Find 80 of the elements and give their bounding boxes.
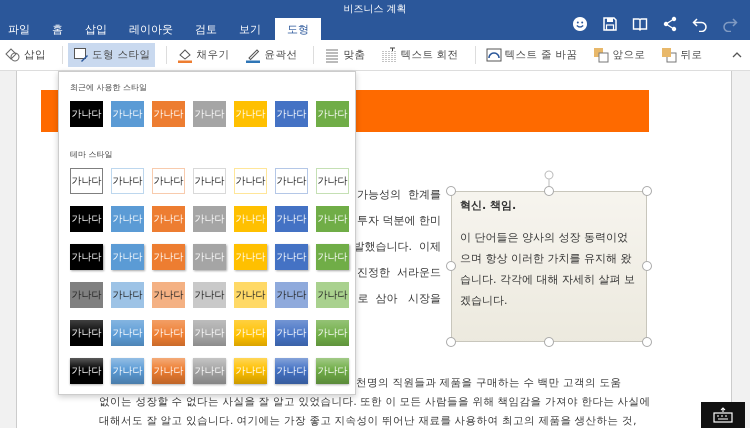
body-text-line: 대해서도 잘 알고 있습니다. 여기에는 가장 좋고 지속성이 뛰어난 재료를 사용하여 최고의 제품을 생산하는 것,: [99, 415, 636, 428]
insert-shape-icon: [5, 47, 21, 63]
text-box-title: 혁신. 책임.: [460, 198, 518, 213]
share-icon[interactable]: [662, 16, 678, 32]
resize-handle[interactable]: [642, 186, 652, 196]
text-wrap-icon: [486, 47, 502, 63]
style-swatch[interactable]: 가나다: [193, 282, 226, 308]
smiley-icon[interactable]: [572, 16, 588, 32]
menu-tab[interactable]: 보기: [231, 18, 269, 40]
toolbar-button[interactable]: 삽입: [0, 43, 51, 67]
text-box[interactable]: 혁신. 책임. 이 단어들은 양사의 성장 동력이었으며 항상 이러한 가치를 유지해 왔습니다. 각각에 대해 자세히 살펴 보겠습니다.: [451, 191, 647, 342]
body-text-line: 진정한 서라운드: [357, 266, 441, 279]
style-swatch[interactable]: 가나다: [275, 168, 308, 194]
body-text-line: 가능성의 한계를: [357, 188, 441, 201]
resize-handle[interactable]: [642, 261, 652, 271]
style-swatch[interactable]: 가나다: [275, 320, 308, 346]
text-direction-icon: [381, 47, 398, 63]
menu-tab[interactable]: 도형: [275, 18, 321, 40]
resize-handle[interactable]: [446, 186, 456, 196]
style-swatch[interactable]: 가나다: [275, 358, 308, 384]
style-swatch[interactable]: 가나다: [70, 101, 103, 127]
menu-tab[interactable]: 레이아웃: [121, 18, 181, 40]
resize-handle[interactable]: [544, 186, 554, 196]
body-text-line: 로 삼아 시장을: [358, 292, 441, 305]
paint-bucket-icon: [177, 47, 194, 63]
style-swatch[interactable]: 가나다: [316, 282, 349, 308]
align-lines-icon: [324, 47, 340, 63]
undo-icon[interactable]: [692, 16, 708, 32]
front-squares-icon: [593, 47, 610, 63]
style-swatch[interactable]: 가나다: [70, 168, 103, 194]
toolbar-button[interactable]: 앞으로: [588, 43, 650, 67]
toolbar-button[interactable]: 텍스트 줄 바꿈: [480, 43, 582, 67]
menu-tab[interactable]: 홈: [44, 18, 71, 40]
body-text-line: 투자 덕분에 한미: [357, 214, 441, 227]
style-swatch[interactable]: 가나다: [275, 101, 308, 127]
body-text-line: 천명의 직원들과 제품을 구매하는 수 백만 고객의 도움: [355, 377, 622, 390]
style-swatch[interactable]: 가나다: [70, 358, 103, 384]
style-swatch[interactable]: 가나다: [70, 320, 103, 346]
style-swatch[interactable]: 가나다: [275, 244, 308, 270]
style-swatch[interactable]: 가나다: [234, 168, 267, 194]
toolbar-button[interactable]: 맞춤: [319, 43, 370, 67]
window-title: 비즈니스 계획: [343, 3, 407, 16]
style-swatch[interactable]: 가나다: [111, 168, 144, 194]
body-text-line: 없이는 성장할 수 없다는 사실을 잘 알고 있었습니다. 또한 이 모든 사람들을 위해 책임감을 가져야 한다는 사실에: [99, 396, 651, 409]
rotate-handle-icon[interactable]: [543, 170, 555, 186]
style-swatch[interactable]: 가나다: [70, 206, 103, 232]
toolbar-button[interactable]: 텍스트 회전: [376, 43, 464, 67]
toolbar-button[interactable]: 채우기: [172, 43, 234, 67]
save-icon[interactable]: [602, 16, 618, 32]
resize-handle[interactable]: [642, 337, 652, 347]
menu-tab[interactable]: 검토: [187, 18, 225, 40]
keyboard-icon: [713, 407, 733, 423]
resize-handle[interactable]: [446, 261, 456, 271]
style-swatch[interactable]: 가나다: [316, 168, 349, 194]
body-text-line: 발했습니다. 이제: [354, 240, 441, 253]
style-swatch[interactable]: 가나다: [70, 282, 103, 308]
style-swatch[interactable]: 가나다: [234, 282, 267, 308]
style-swatch[interactable]: 가나다: [70, 244, 103, 270]
toolbar-button[interactable]: 도형 스타일: [68, 43, 156, 67]
style-swatch[interactable]: 가나다: [152, 282, 185, 308]
resize-handle[interactable]: [544, 337, 554, 347]
pen-line-icon: [245, 47, 262, 63]
menu-tab[interactable]: 삽입: [77, 18, 115, 40]
book-icon[interactable]: [632, 16, 648, 32]
toolbar-button[interactable]: 윤곽선: [240, 43, 302, 67]
resize-handle[interactable]: [446, 337, 456, 347]
back-squares-icon: [661, 47, 678, 63]
style-swatch[interactable]: 가나다: [152, 168, 185, 194]
toolbar-button[interactable]: 뒤로: [656, 43, 708, 67]
text-box-body: 이 단어들은 양사의 성장 동력이었으며 항상 이러한 가치를 유지해 왔습니다. 각각에 대해 자세히 살펴 보겠습니다.: [460, 230, 636, 309]
section-heading: 최근에 사용한 스타일: [70, 82, 148, 93]
shape-style-icon: [73, 47, 89, 63]
keyboard-button[interactable]: [701, 402, 745, 428]
collapse-caret-icon[interactable]: [732, 52, 742, 58]
style-swatch[interactable]: 가나다: [275, 206, 308, 232]
style-swatch[interactable]: 가나다: [111, 282, 144, 308]
section-heading: 테마 스타일: [70, 149, 114, 160]
style-swatch[interactable]: 가나다: [193, 168, 226, 194]
menu-tab[interactable]: 파일: [0, 18, 38, 40]
style-swatch[interactable]: 가나다: [275, 282, 308, 308]
